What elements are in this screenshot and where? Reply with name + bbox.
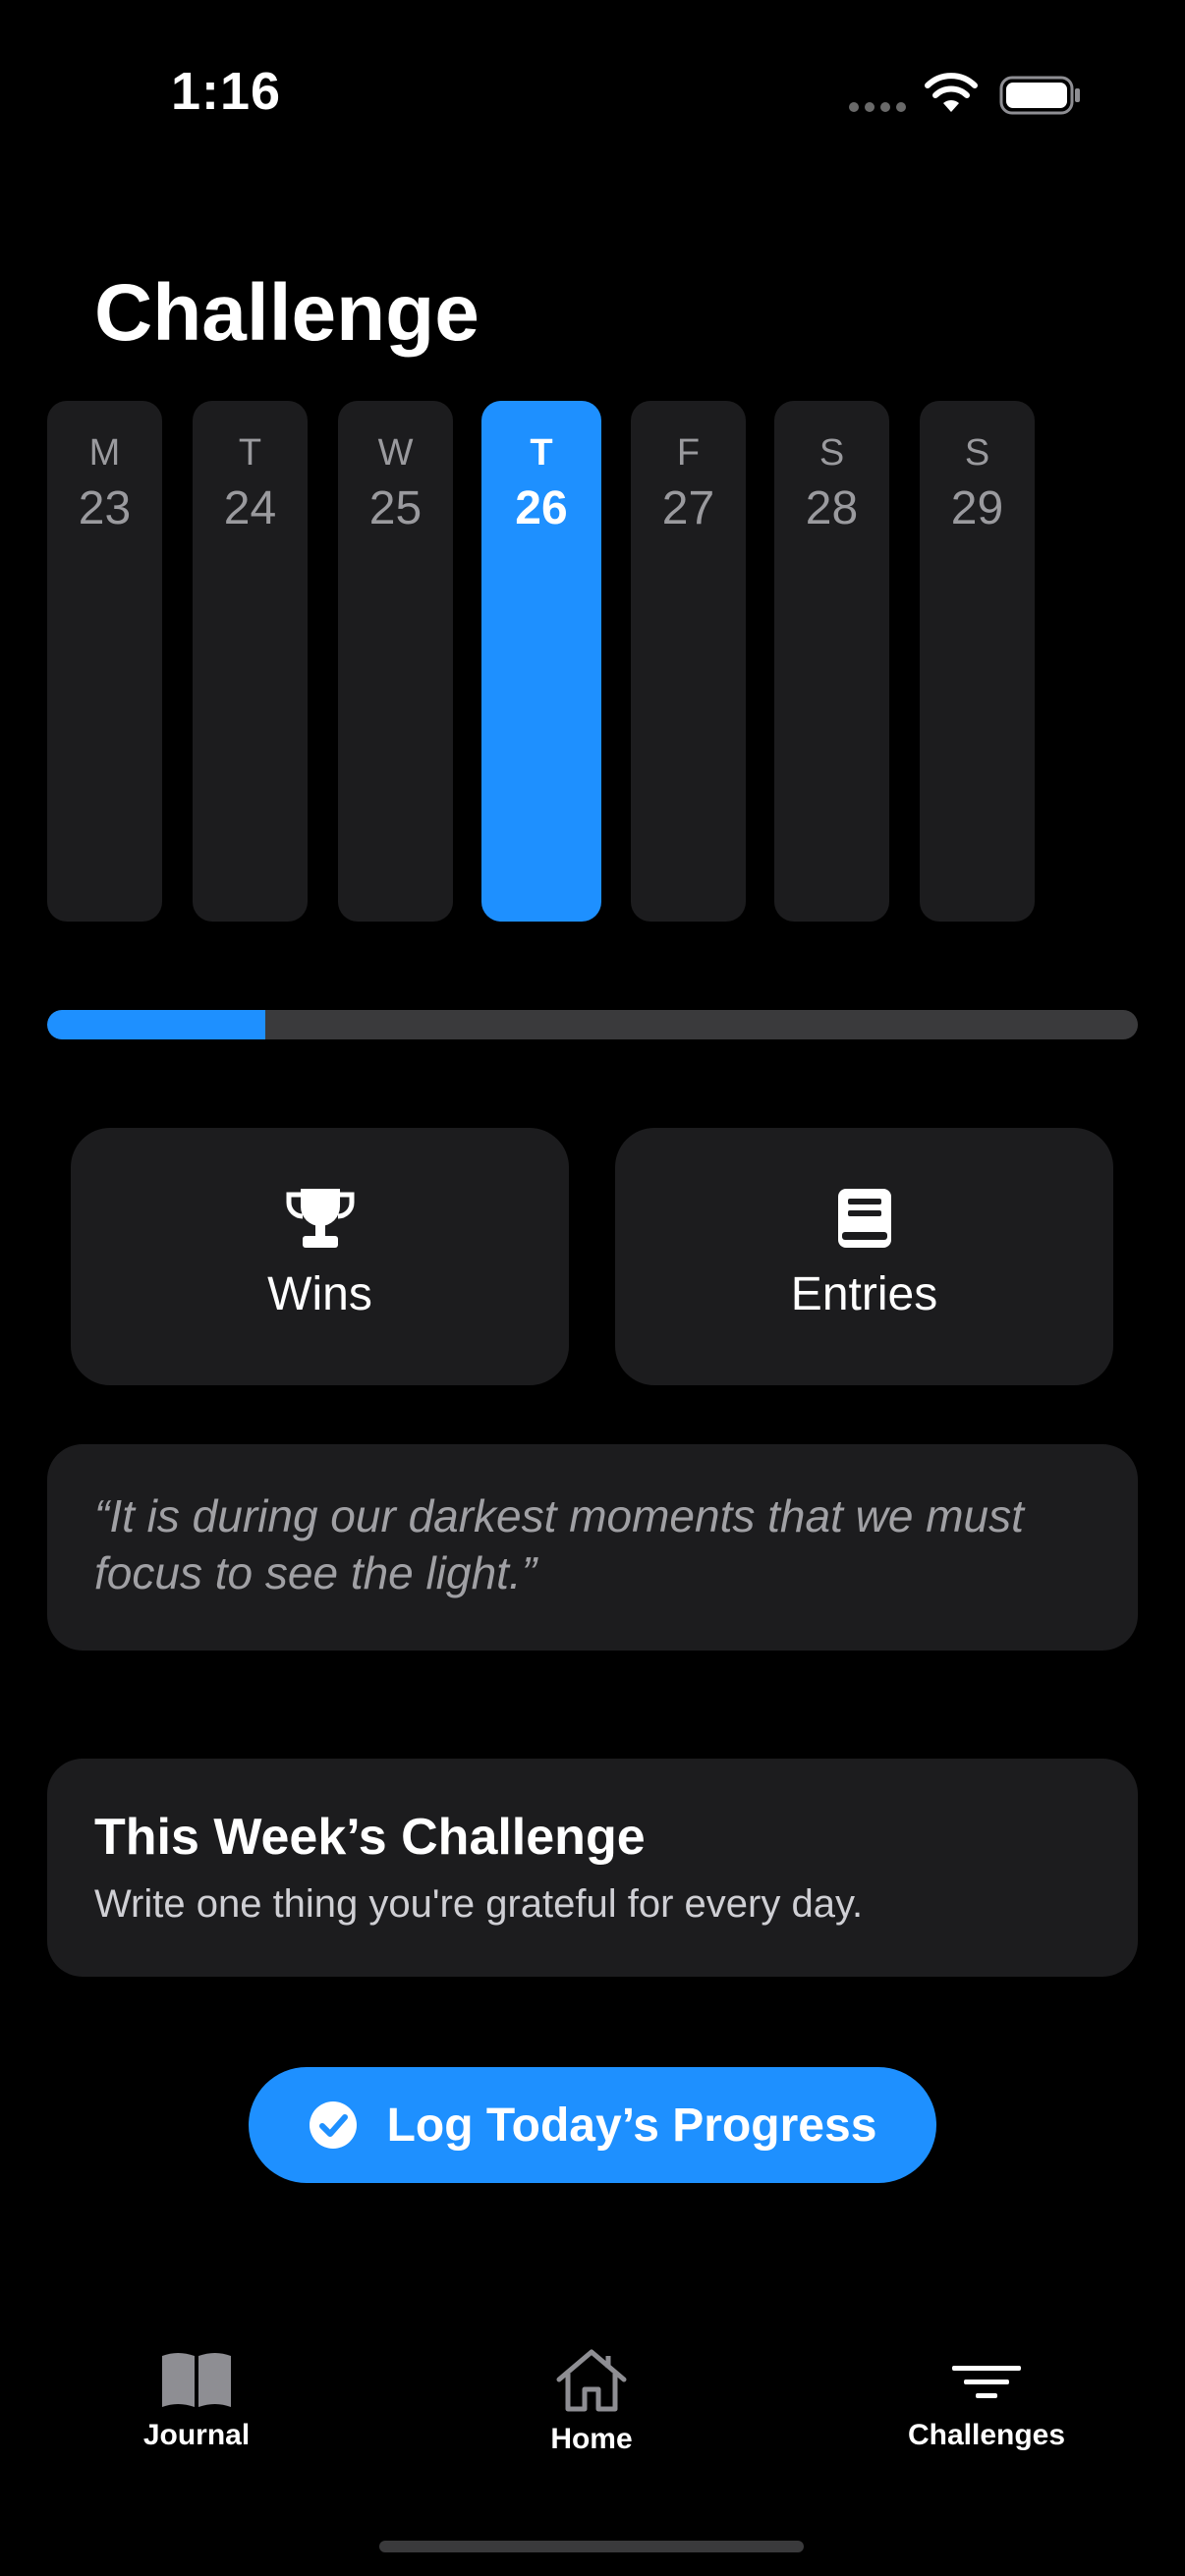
day-of-week: F xyxy=(676,432,701,474)
day-date: 28 xyxy=(805,482,859,534)
weekly-progress-bar xyxy=(47,1010,1138,1039)
day-of-week: T xyxy=(238,432,262,474)
day-of-week: T xyxy=(530,432,553,474)
day-date: 25 xyxy=(368,482,423,534)
day-date: 26 xyxy=(515,482,568,534)
weekly-challenge-card: This Week’s Challenge Write one thing yo… xyxy=(47,1759,1138,1977)
house-icon xyxy=(556,2349,627,2412)
page-title: Challenge xyxy=(94,268,480,358)
day-wednesday[interactable]: W 25 xyxy=(338,401,453,922)
progress-fill xyxy=(47,1010,265,1039)
quote-card: “It is during our darkest moments that w… xyxy=(47,1444,1138,1651)
tab-home-label: Home xyxy=(550,2423,633,2455)
day-of-week: W xyxy=(377,432,414,474)
log-progress-button[interactable]: Log Today’s Progress xyxy=(249,2067,936,2183)
tab-challenges-label: Challenges xyxy=(907,2419,1066,2451)
status-time: 1:16 xyxy=(171,62,282,121)
entries-label: Entries xyxy=(790,1268,938,1320)
battery-icon xyxy=(999,76,1080,115)
day-date: 27 xyxy=(661,482,715,534)
day-sunday[interactable]: S 29 xyxy=(920,401,1035,922)
day-date: 29 xyxy=(950,482,1004,534)
challenge-title: This Week’s Challenge xyxy=(94,1809,646,1866)
tab-journal-label: Journal xyxy=(142,2419,251,2451)
home-indicator xyxy=(379,2541,804,2552)
tab-challenges[interactable]: Challenges xyxy=(839,2348,1134,2452)
cellular-signal-icon xyxy=(849,102,906,112)
checkmark-circle-icon xyxy=(309,2101,357,2149)
day-tuesday[interactable]: T 24 xyxy=(193,401,308,922)
day-date: 23 xyxy=(78,482,132,534)
book-icon xyxy=(837,1189,891,1248)
day-of-week: S xyxy=(818,432,845,474)
day-date: 24 xyxy=(223,482,277,534)
day-saturday[interactable]: S 28 xyxy=(774,401,889,922)
open-book-icon xyxy=(162,2353,231,2407)
quote-text: “It is during our darkest moments that w… xyxy=(94,1490,1024,1598)
wins-card[interactable]: Wins xyxy=(71,1128,569,1385)
day-of-week: S xyxy=(964,432,990,474)
day-monday[interactable]: M 23 xyxy=(47,401,162,922)
challenge-description: Write one thing you're grateful for ever… xyxy=(94,1882,864,1926)
day-friday[interactable]: F 27 xyxy=(631,401,746,922)
filter-lines-icon xyxy=(952,2366,1021,2398)
wins-label: Wins xyxy=(267,1268,372,1320)
log-progress-label: Log Today’s Progress xyxy=(386,2099,877,2152)
tab-journal[interactable]: Journal xyxy=(49,2348,344,2452)
trophy-icon xyxy=(286,1189,354,1248)
wifi-icon xyxy=(925,73,978,112)
day-thursday-selected[interactable]: T 26 xyxy=(481,401,601,922)
entries-card[interactable]: Entries xyxy=(615,1128,1113,1385)
tab-home[interactable]: Home xyxy=(444,2348,739,2456)
day-of-week: M xyxy=(88,432,121,474)
